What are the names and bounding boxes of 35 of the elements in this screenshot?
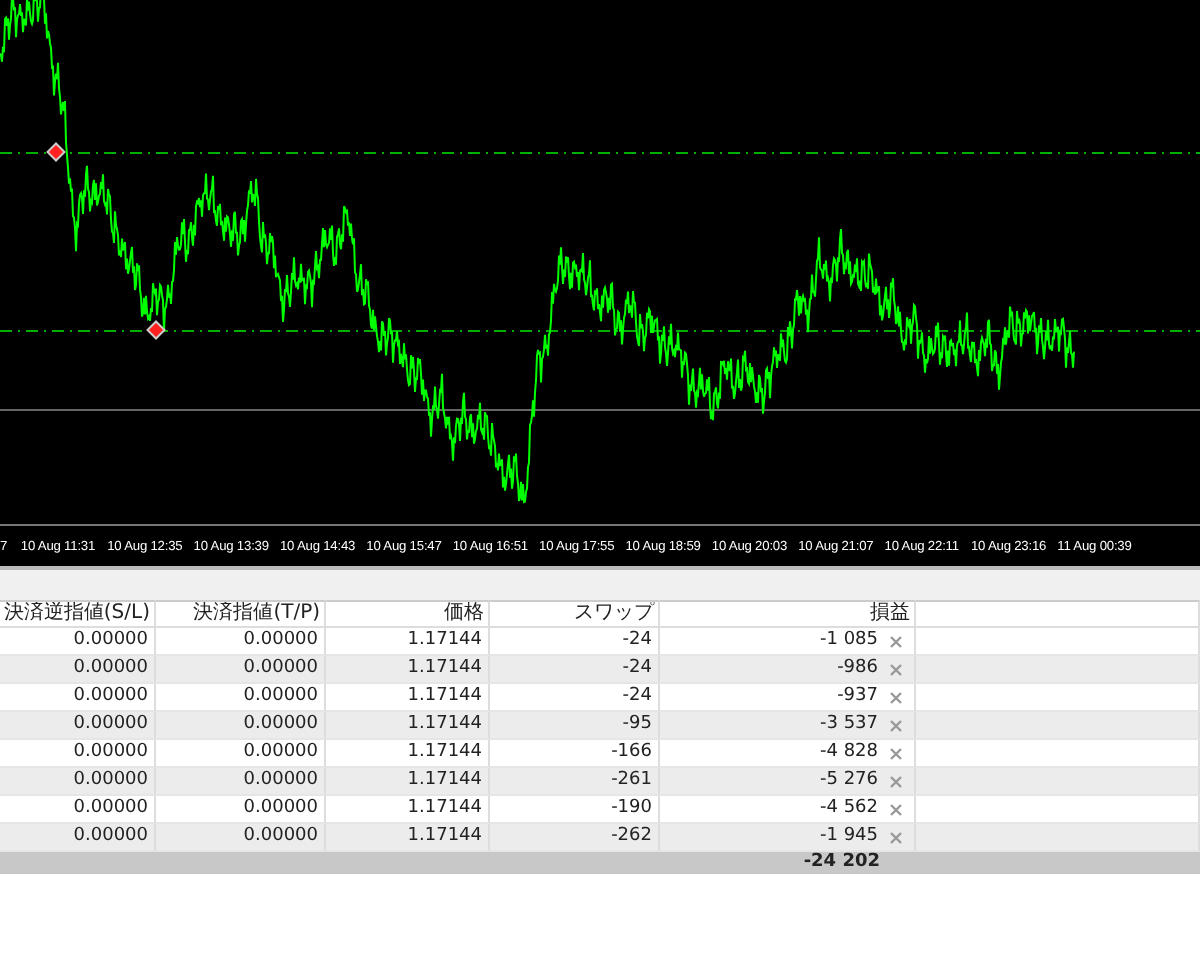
table-cell: -262: [490, 824, 660, 852]
table-cell: 1.17144: [326, 712, 490, 740]
table-cell: -1 085: [819, 628, 878, 654]
table-cell: -5 276: [819, 768, 878, 794]
close-icon[interactable]: [890, 719, 902, 731]
table-cell: 0.00000: [156, 824, 326, 852]
table-cell: 0.00000: [156, 768, 326, 796]
table-cell: 0.00000: [0, 824, 156, 852]
close-icon[interactable]: [890, 831, 902, 843]
close-icon[interactable]: [890, 775, 902, 787]
table-cell: -4 562: [819, 796, 878, 822]
table-cell: 0.00000: [0, 656, 156, 684]
table-cell: -24: [490, 656, 660, 684]
column-header: 損益: [660, 600, 916, 628]
table-cell: -4 828: [819, 740, 878, 766]
table-cell: -986: [837, 656, 878, 682]
close-icon[interactable]: [890, 691, 902, 703]
table-cell: 1.17144: [326, 768, 490, 796]
table-cell: 1.17144: [326, 824, 490, 852]
table-cell: 0.00000: [156, 712, 326, 740]
table-cell: 1.17144: [326, 656, 490, 684]
table-cell: 0.00000: [0, 768, 156, 796]
table-cell: -3 537: [819, 712, 878, 738]
close-icon[interactable]: [890, 663, 902, 675]
close-icon[interactable]: [890, 747, 902, 759]
close-icon[interactable]: [890, 635, 902, 647]
table-cell: 0.00000: [156, 656, 326, 684]
close-icon[interactable]: [890, 803, 902, 815]
table-cell: -261: [490, 768, 660, 796]
column-header: 価格: [326, 600, 490, 628]
table-cell: -1 945: [819, 824, 878, 850]
total-profit: -24 202: [801, 852, 882, 874]
table-cell: 0.00000: [0, 712, 156, 740]
table-cell: -937: [837, 684, 878, 710]
table-cell: -95: [490, 712, 660, 740]
